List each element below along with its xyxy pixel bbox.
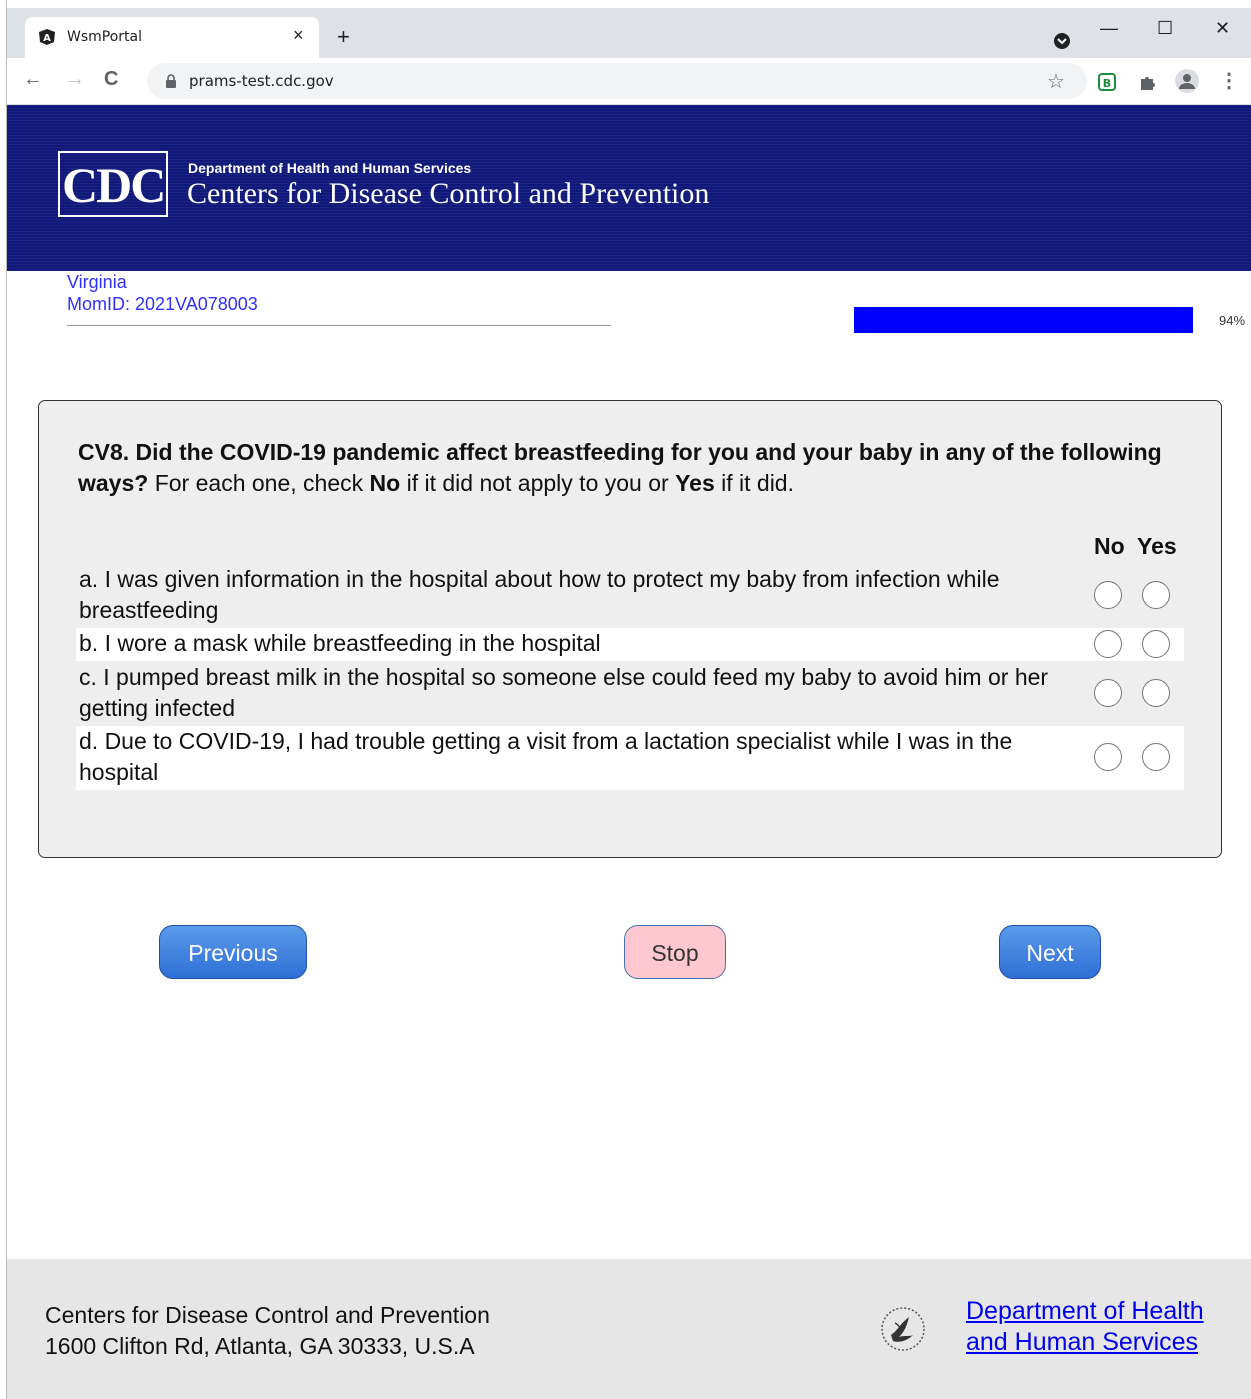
new-tab-button[interactable]: + [337,24,350,50]
cdc-logo[interactable]: CDC [58,151,168,217]
tab-search-icon[interactable] [1053,32,1071,50]
lock-icon [166,74,176,88]
tab-close-icon[interactable]: × [293,25,304,46]
cdc-logo-text: CDC [62,157,166,213]
reload-button[interactable]: C [104,68,118,91]
browser-tab[interactable]: A WsmPortal × [25,17,319,58]
close-window-button[interactable]: ✕ [1215,18,1230,39]
state-name: Virginia [67,272,127,292]
svg-text:B: B [1103,77,1111,90]
question-panel: CV8. Did the COVID-19 pandemic affect br… [38,400,1222,858]
radio-d-no[interactable] [1094,743,1122,771]
column-header-no: No [1094,533,1125,559]
item-label-d: d. Due to COVID-19, I had trouble gettin… [79,728,1013,785]
instruction-yes: Yes [675,470,715,496]
browser-tab-bar: A WsmPortal × + — ☐ ✕ [7,8,1251,58]
column-header-yes: Yes [1137,533,1177,559]
page-footer: Centers for Disease Control and Preventi… [7,1259,1251,1399]
radio-a-no[interactable] [1094,581,1122,609]
previous-button[interactable]: Previous [159,925,307,979]
radio-c-no[interactable] [1094,679,1122,707]
browser-toolbar: ← → C prams-test.cdc.gov ☆ B ⋮ [7,58,1251,105]
progress-bar [854,307,1215,333]
radio-a-yes[interactable] [1142,581,1170,609]
agency-name: Centers for Disease Control and Preventi… [187,177,710,210]
maximize-button[interactable]: ☐ [1157,18,1173,39]
instruction-part-2: if it did not apply to you or [400,470,676,496]
question-row-b: b. I wore a mask while breastfeeding in … [76,628,1184,661]
address-bar[interactable]: prams-test.cdc.gov ☆ [147,63,1087,99]
cdc-header-banner: CDC Department of Health and Human Servi… [7,105,1251,271]
bookmark-star-icon[interactable]: ☆ [1047,69,1065,94]
question-row-a: a. I was given information in the hospit… [76,564,1184,627]
hhs-link[interactable]: Department of Health and Human Services [966,1296,1236,1358]
profile-avatar-icon[interactable] [1175,69,1199,93]
minimize-button[interactable]: — [1100,18,1118,39]
instruction-part-1: For each one, check [148,470,370,496]
extensions-puzzle-icon[interactable] [1137,72,1157,92]
stop-button[interactable]: Stop [624,925,726,979]
next-button[interactable]: Next [999,925,1101,979]
progress-bar-fill [854,307,1194,333]
hhs-eagle-logo-icon [881,1307,925,1351]
department-name: Department of Health and Human Services [188,160,472,176]
item-label-a: a. I was given information in the hospit… [79,566,1000,623]
question-row-d: d. Due to COVID-19, I had trouble gettin… [76,726,1184,790]
url-text: prams-test.cdc.gov [189,72,334,90]
extension-green-icon[interactable]: B [1097,72,1117,92]
tab-title: WsmPortal [67,29,142,45]
back-button[interactable]: ← [23,68,43,91]
instruction-part-3: if it did. [714,470,794,496]
instruction-no: No [369,470,401,496]
radio-c-yes[interactable] [1142,679,1170,707]
svg-text:A: A [43,33,51,44]
item-label-b: b. I wore a mask while breastfeeding in … [79,630,601,656]
radio-d-yes[interactable] [1142,743,1170,771]
browser-menu-icon[interactable]: ⋮ [1219,68,1239,93]
question-row-c: c. I pumped breast milk in the hospital … [76,661,1184,725]
window-edge [0,0,7,1399]
forward-button[interactable]: → [65,68,85,91]
info-divider [67,325,611,326]
radio-b-no[interactable] [1094,630,1122,658]
radio-b-yes[interactable] [1142,630,1170,658]
footer-address: 1600 Clifton Rd, Atlanta, GA 30333, U.S.… [45,1333,475,1359]
item-label-c: c. I pumped breast milk in the hospital … [79,664,1049,721]
footer-org-name: Centers for Disease Control and Preventi… [45,1302,490,1328]
mom-id: MomID: 2021VA078003 [67,294,258,314]
progress-percent: 94% [1219,313,1246,328]
question-text: CV8. Did the COVID-19 pandemic affect br… [78,437,1178,499]
angular-favicon-icon: A [39,29,55,45]
